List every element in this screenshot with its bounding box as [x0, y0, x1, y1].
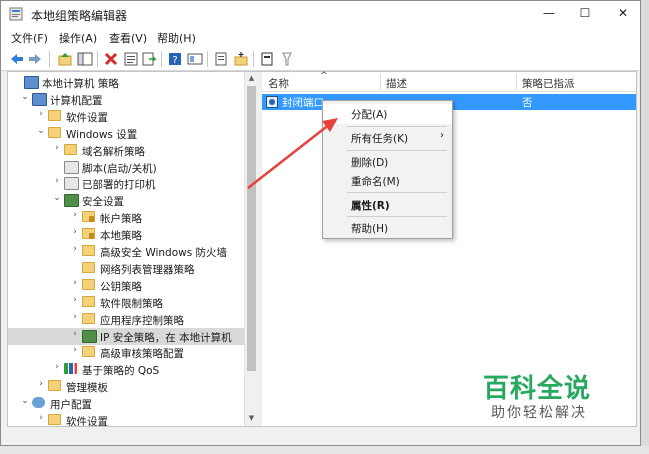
- background-window-edge: [641, 0, 649, 454]
- watermark-subtitle: 助你轻松解决: [491, 405, 587, 421]
- watermark-title: 百科全说: [483, 374, 592, 404]
- background-window-edge: [0, 446, 649, 454]
- watermark: 百科全说 助你轻松解决: [483, 368, 603, 424]
